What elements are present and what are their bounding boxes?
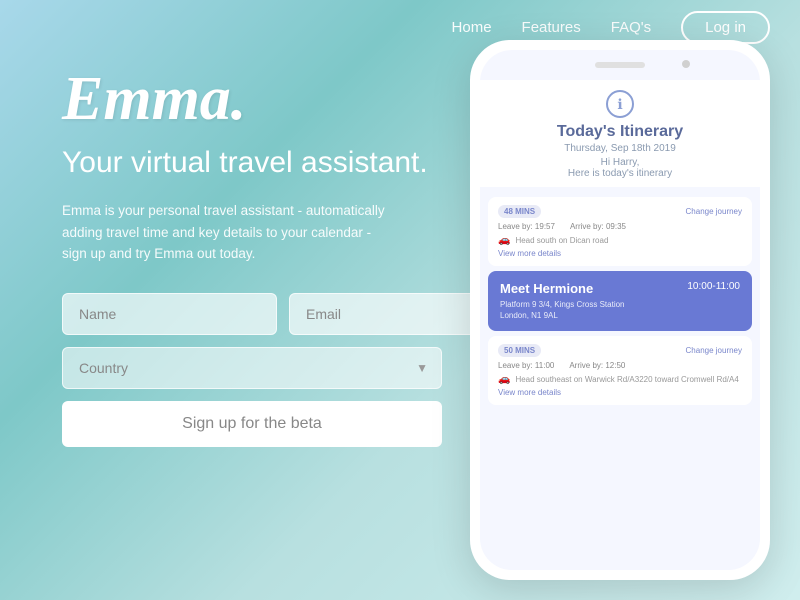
phone-frame: ℹ Today's Itinerary Thursday, Sep 18th 2… xyxy=(470,40,770,580)
car2-icon: 🚗 xyxy=(498,374,510,385)
journey2-change[interactable]: Change journey xyxy=(686,346,742,355)
screen-title: Today's Itinerary xyxy=(495,123,745,141)
journey-card-1: 48 MINS Change journey Leave by: 19:57 A… xyxy=(488,197,752,266)
nav-features[interactable]: Features xyxy=(522,19,581,36)
journey1-desc: 🚗 Head south on Dican road xyxy=(498,235,742,246)
journey2-arrive: Arrive by: 12:50 xyxy=(569,361,625,370)
journey1-leave: Leave by: 19:57 xyxy=(498,222,555,231)
event-location: Platform 9 3/4, Kings Cross Station Lond… xyxy=(500,299,625,321)
brand-title: Emma. xyxy=(62,65,442,133)
journey2-badge: 50 MINS xyxy=(498,344,541,357)
car-icon: 🚗 xyxy=(498,235,510,246)
journey2-leave: Leave by: 11:00 xyxy=(498,361,554,370)
journey1-times: Leave by: 19:57 Arrive by: 09:35 xyxy=(498,222,742,231)
screen-content: 48 MINS Change journey Leave by: 19:57 A… xyxy=(480,187,760,570)
hero-section: Emma. Your virtual travel assistant. Emm… xyxy=(62,55,442,447)
event-title: Meet Hermione xyxy=(500,281,625,296)
info-icon: ℹ xyxy=(606,90,634,118)
journey2-header: 50 MINS Change journey xyxy=(498,344,742,357)
phone-screen: ℹ Today's Itinerary Thursday, Sep 18th 2… xyxy=(480,50,760,570)
phone-speaker xyxy=(595,62,645,68)
event-time: 10:00-11:00 xyxy=(687,281,740,292)
tagline: Your virtual travel assistant. xyxy=(62,143,442,182)
phone-mockup: ℹ Today's Itinerary Thursday, Sep 18th 2… xyxy=(470,40,770,580)
screen-greeting-name: Hi Harry, xyxy=(495,157,745,168)
event-info: Meet Hermione Platform 9 3/4, Kings Cros… xyxy=(500,281,625,321)
journey1-arrive: Arrive by: 09:35 xyxy=(570,222,626,231)
screen-greeting-text: Here is today's itinerary xyxy=(495,168,745,179)
country-wrapper: Country United Kingdom United States Can… xyxy=(62,347,442,389)
name-email-row xyxy=(62,293,442,335)
description: Emma is your personal travel assistant -… xyxy=(62,200,392,265)
journey2-view-more[interactable]: View more details xyxy=(498,388,742,397)
journey-card-2: 50 MINS Change journey Leave by: 11:00 A… xyxy=(488,336,752,405)
name-input[interactable] xyxy=(62,293,277,335)
signup-button[interactable]: Sign up for the beta xyxy=(62,401,442,447)
event-row: Meet Hermione Platform 9 3/4, Kings Cros… xyxy=(500,281,740,321)
journey2-times: Leave by: 11:00 Arrive by: 12:50 xyxy=(498,361,742,370)
journey1-change[interactable]: Change journey xyxy=(686,207,742,216)
nav-home[interactable]: Home xyxy=(452,19,492,36)
journey1-view-more[interactable]: View more details xyxy=(498,249,742,258)
country-select[interactable]: Country United Kingdom United States Can… xyxy=(62,347,442,389)
screen-date: Thursday, Sep 18th 2019 xyxy=(495,143,745,154)
journey2-desc: 🚗 Head southeast on Warwick Rd/A3220 tow… xyxy=(498,374,742,385)
nav-faqs[interactable]: FAQ's xyxy=(611,19,651,36)
journey1-badge: 48 MINS xyxy=(498,205,541,218)
event-card: Meet Hermione Platform 9 3/4, Kings Cros… xyxy=(488,271,752,331)
journey1-header: 48 MINS Change journey xyxy=(498,205,742,218)
screen-header: ℹ Today's Itinerary Thursday, Sep 18th 2… xyxy=(480,80,760,187)
phone-camera xyxy=(682,60,690,68)
